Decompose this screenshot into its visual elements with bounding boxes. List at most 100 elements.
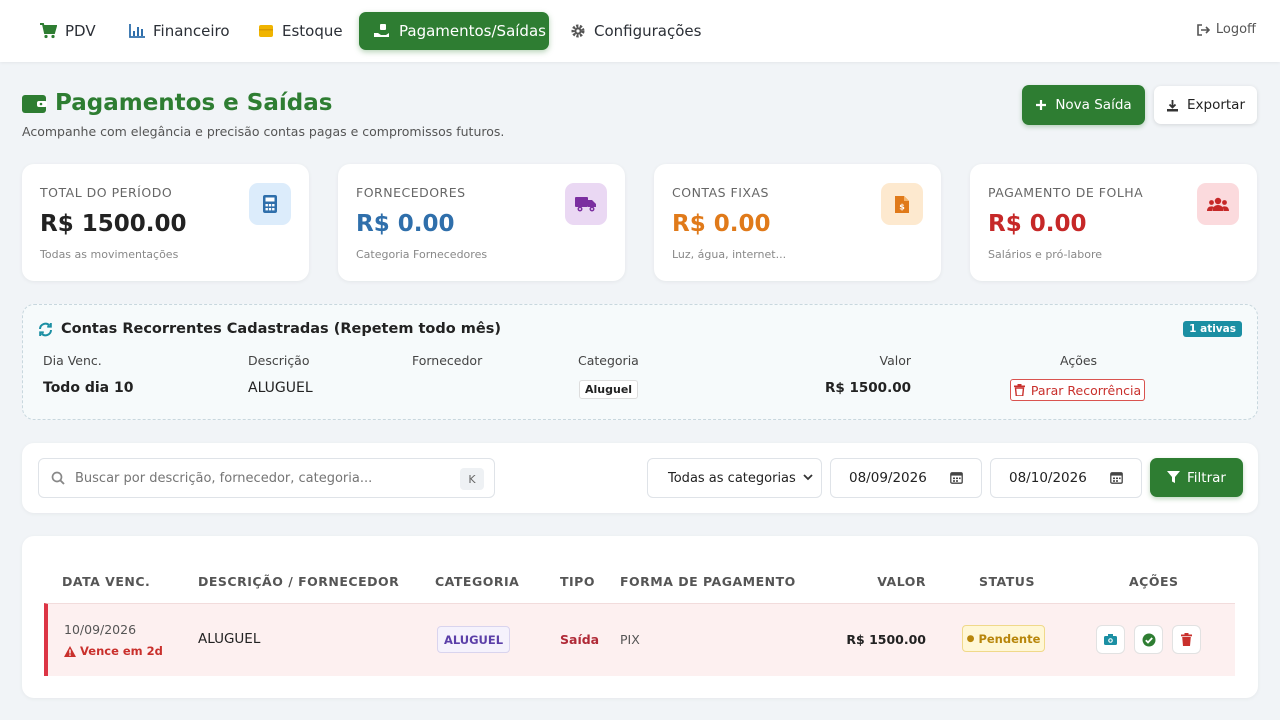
recurring-title-text: Contas Recorrentes Cadastradas (Repetem … xyxy=(61,321,501,337)
svg-text:$: $ xyxy=(899,203,905,212)
nav-label-financeiro: Financeiro xyxy=(153,22,230,40)
nav-item-pdv[interactable]: PDV xyxy=(25,12,110,50)
nav-label-configuracoes: Configurações xyxy=(594,22,702,40)
recurring-header-category: Categoria xyxy=(578,353,639,368)
nav-label-pagamentos: Pagamentos/Saídas xyxy=(399,22,546,40)
search-icon xyxy=(51,471,65,485)
stat-card-label: FORNECEDORES xyxy=(356,185,466,200)
stat-card-value: R$ 1500.00 xyxy=(40,211,187,237)
hand-money-icon xyxy=(373,23,391,39)
bar-chart-icon xyxy=(129,24,145,38)
recurring-day: Todo dia 10 xyxy=(43,380,134,396)
logoff-button[interactable]: Logoff xyxy=(1197,22,1256,37)
stat-card-fornecedores: FORNECEDORES R$ 0.00 Categoria Fornecedo… xyxy=(338,164,625,281)
page-subtitle: Acompanhe com elegância e precisão conta… xyxy=(22,124,505,139)
truck-icon xyxy=(565,183,607,225)
stat-card-label: PAGAMENTO DE FOLHA xyxy=(988,185,1144,200)
new-expense-button[interactable]: Nova Saída xyxy=(1022,85,1145,125)
due-warning-text: Vence em 2d xyxy=(80,644,163,658)
invoice-dollar-icon: $ xyxy=(881,183,923,225)
stat-card-label: CONTAS FIXAS xyxy=(672,185,769,200)
box-icon xyxy=(258,23,274,39)
recurring-desc: ALUGUEL xyxy=(248,380,313,396)
date-from-value: 08/09/2026 xyxy=(849,470,927,486)
recurring-accounts-panel: Contas Recorrentes Cadastradas (Repetem … xyxy=(22,304,1258,420)
warning-icon xyxy=(64,645,76,657)
nav-label-estoque: Estoque xyxy=(282,22,343,40)
download-icon xyxy=(1166,99,1179,112)
table-row[interactable]: 10/09/2026 Vence em 2d ALUGUEL ALUGUEL S… xyxy=(44,603,1235,676)
date-to-value: 08/10/2026 xyxy=(1009,470,1087,486)
keyboard-shortcut-hint: K xyxy=(460,468,484,490)
new-expense-label: Nova Saída xyxy=(1055,97,1132,113)
recurring-value: R$ 1500.00 xyxy=(825,380,911,396)
row-payment-method: PIX xyxy=(620,632,640,647)
filter-button[interactable]: Filtrar xyxy=(1150,458,1243,497)
category-select-value: Todas as categorias xyxy=(668,470,796,486)
mark-paid-button[interactable] xyxy=(1134,625,1163,654)
stat-card-contas-fixas: CONTAS FIXAS R$ 0.00 Luz, água, internet… xyxy=(654,164,941,281)
cart-icon xyxy=(39,23,57,39)
column-header-date: DATA VENC. xyxy=(62,574,151,589)
export-label: Exportar xyxy=(1186,97,1245,113)
stat-card-total: TOTAL DO PERÍODO R$ 1500.00 Todas as mov… xyxy=(22,164,309,281)
users-icon xyxy=(1197,183,1239,225)
status-badge: ● Pendente xyxy=(962,625,1045,652)
page-title: Pagamentos e Saídas xyxy=(22,90,332,116)
active-count-badge: 1 ativas xyxy=(1183,321,1242,337)
recurring-header-desc: Descrição xyxy=(248,353,310,368)
date-from-field[interactable]: 08/09/2026 xyxy=(830,458,982,498)
check-circle-icon xyxy=(1142,633,1156,647)
trash-icon xyxy=(1013,384,1025,396)
column-header-method: FORMA DE PAGAMENTO xyxy=(620,574,796,589)
stop-recurrence-button[interactable]: Parar Recorrência xyxy=(1010,379,1145,401)
status-text: Pendente xyxy=(978,631,1041,646)
column-header-actions: AÇÕES xyxy=(1129,574,1179,589)
delete-button[interactable] xyxy=(1172,625,1201,654)
row-category-badge: ALUGUEL xyxy=(437,626,510,653)
date-to-field[interactable]: 08/10/2026 xyxy=(990,458,1142,498)
funnel-icon xyxy=(1167,471,1181,484)
stat-card-note: Luz, água, internet... xyxy=(672,248,787,261)
column-header-category: CATEGORIA xyxy=(435,574,520,589)
column-header-status: STATUS xyxy=(979,574,1035,589)
category-select[interactable]: Todas as categorias xyxy=(647,458,822,498)
nav-item-financeiro[interactable]: Financeiro xyxy=(115,12,244,50)
page-title-text: Pagamentos e Saídas xyxy=(55,90,333,116)
export-button[interactable]: Exportar xyxy=(1154,86,1257,124)
row-due-date: 10/09/2026 xyxy=(64,622,137,637)
stat-card-value: R$ 0.00 xyxy=(988,211,1087,237)
calendar-icon[interactable] xyxy=(1110,471,1123,484)
column-header-type: TIPO xyxy=(560,574,595,589)
logout-icon xyxy=(1197,23,1210,36)
calendar-icon[interactable] xyxy=(950,471,963,484)
camera-icon xyxy=(1104,634,1117,645)
nav-item-pagamentos[interactable]: Pagamentos/Saídas xyxy=(359,12,549,50)
stat-card-note: Todas as movimentações xyxy=(40,248,179,261)
search-box[interactable]: K xyxy=(38,458,495,498)
column-header-value: VALOR xyxy=(877,574,926,589)
search-input[interactable] xyxy=(75,470,445,486)
recurring-title: Contas Recorrentes Cadastradas (Repetem … xyxy=(38,321,501,337)
receipt-photo-button[interactable] xyxy=(1096,625,1125,654)
stat-card-note: Salários e pró-labore xyxy=(988,248,1103,261)
nav-item-estoque[interactable]: Estoque xyxy=(244,12,357,50)
filter-label: Filtrar xyxy=(1187,469,1226,486)
stat-card-value: R$ 0.00 xyxy=(672,211,771,237)
wallet-icon xyxy=(22,93,47,114)
nav-item-configuracoes[interactable]: Configurações xyxy=(556,12,715,50)
row-value: R$ 1500.00 xyxy=(846,632,926,647)
recurring-header-supplier: Fornecedor xyxy=(412,353,483,368)
chevron-down-icon xyxy=(803,472,813,482)
dot-icon: ● xyxy=(966,633,975,644)
stat-card-value: R$ 0.00 xyxy=(356,211,455,237)
stat-card-folha: PAGAMENTO DE FOLHA R$ 0.00 Salários e pr… xyxy=(970,164,1257,281)
stat-card-label: TOTAL DO PERÍODO xyxy=(40,185,173,200)
recurring-category-tag: Aluguel xyxy=(579,380,639,399)
stop-recurrence-label: Parar Recorrência xyxy=(1030,382,1142,398)
calculator-icon xyxy=(249,183,291,225)
recurring-header-day: Dia Venc. xyxy=(43,353,102,368)
recurring-header-actions: Ações xyxy=(1060,353,1098,368)
row-type: Saída xyxy=(560,632,600,647)
row-description: ALUGUEL xyxy=(198,631,261,647)
